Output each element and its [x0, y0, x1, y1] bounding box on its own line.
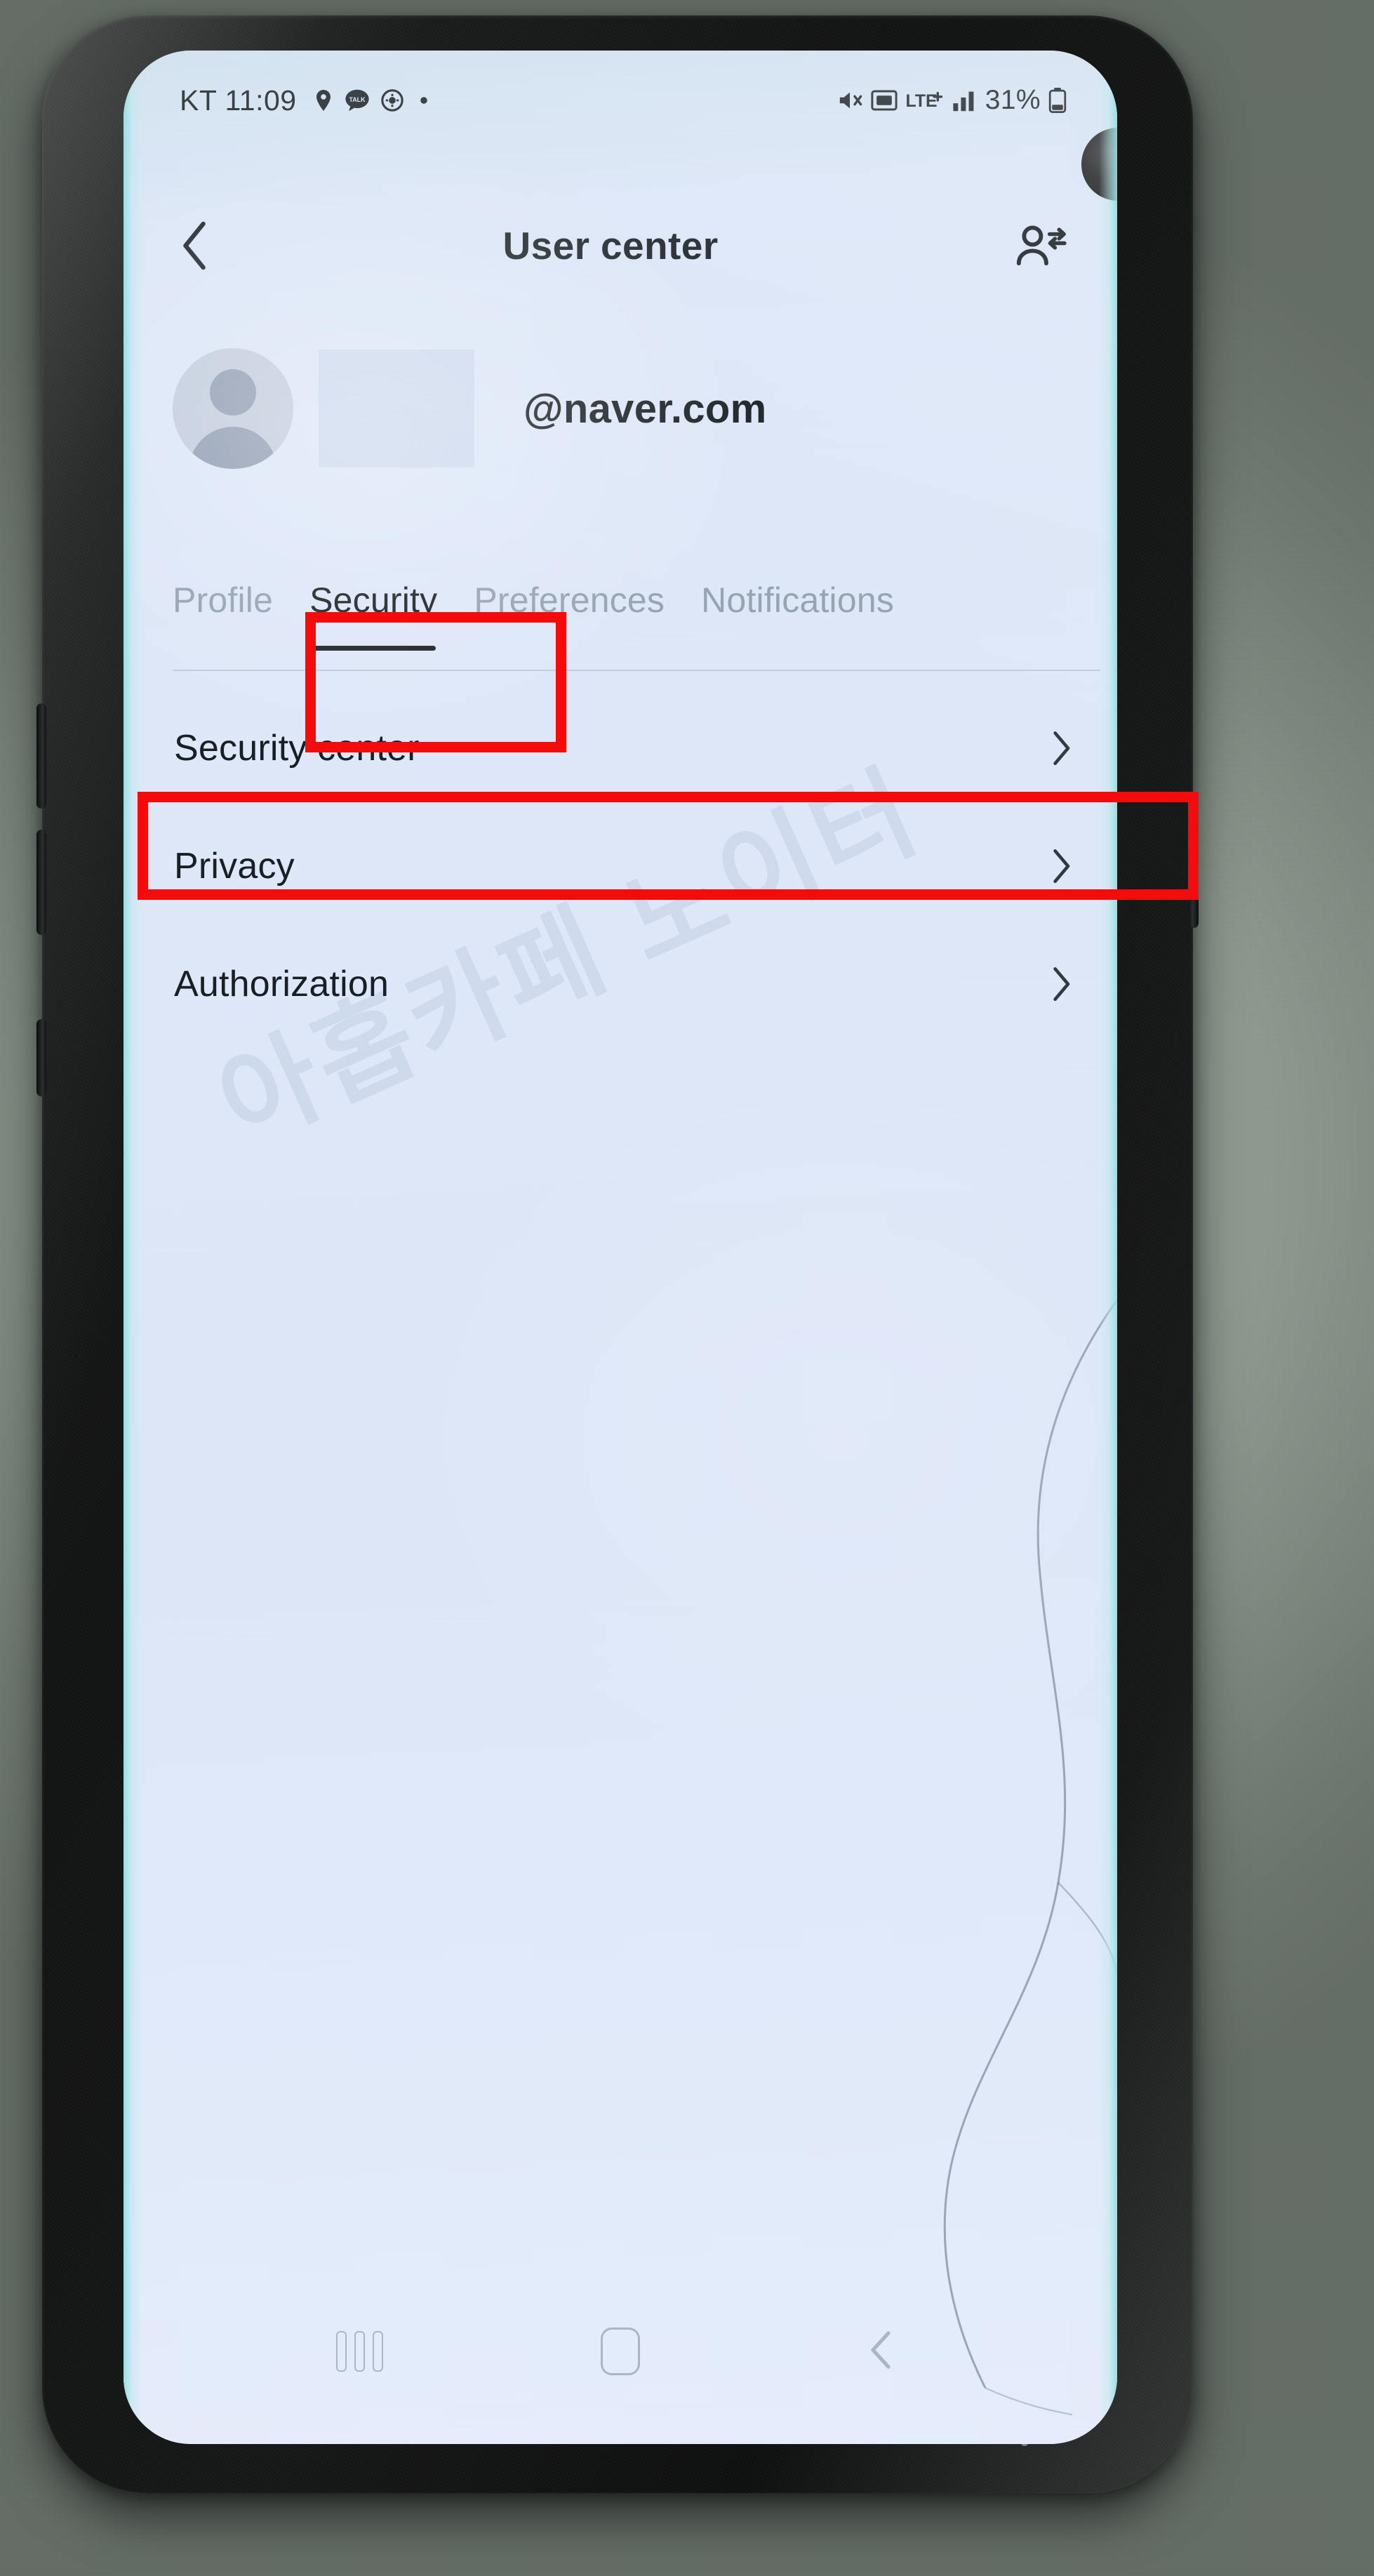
sim-card-icon: [871, 89, 898, 112]
tab-security[interactable]: Security: [291, 570, 455, 651]
status-bar-right: LTE 31%: [836, 85, 1067, 116]
alarm-icon: [380, 88, 404, 112]
photo-background: 아홉카페 노이터 KT 11:09 TALK: [0, 0, 1374, 2576]
tab-profile-label: Profile: [173, 580, 274, 620]
volume-down-button[interactable]: [36, 830, 46, 935]
row-authorization-label: Authorization: [174, 964, 389, 1004]
account-name-redacted: [319, 350, 474, 467]
row-privacy[interactable]: Privacy: [124, 807, 1117, 925]
tab-profile[interactable]: Profile: [154, 570, 291, 620]
mute-icon: [836, 88, 863, 112]
profile-row[interactable]: @naver.com: [124, 331, 1117, 486]
dot-icon: [419, 95, 429, 105]
phone-device: 아홉카페 노이터 KT 11:09 TALK: [36, 15, 1199, 2493]
home-icon: [601, 2328, 640, 2375]
nav-home-button[interactable]: [578, 2320, 662, 2383]
tab-notifications[interactable]: Notifications: [683, 570, 912, 620]
android-navigation-bar: [124, 2309, 1117, 2394]
avatar-head-shape: [210, 369, 256, 416]
svg-text:LTE: LTE: [905, 92, 937, 111]
settings-list: Security center Privacy Authorization: [124, 689, 1117, 1043]
row-security-center[interactable]: Security center: [124, 689, 1117, 807]
account-email-domain: @naver.com: [523, 385, 767, 432]
nav-recents-button[interactable]: [317, 2320, 401, 2383]
tab-preferences-label: Preferences: [474, 580, 665, 620]
lte-plus-icon: LTE: [905, 88, 945, 112]
nav-back-icon: [869, 2330, 894, 2373]
avatar[interactable]: [173, 348, 293, 469]
signal-bars-icon: [952, 89, 978, 112]
row-security-center-label: Security center: [174, 728, 420, 769]
row-privacy-label: Privacy: [174, 846, 295, 887]
volume-up-button[interactable]: [36, 703, 46, 809]
tab-preferences[interactable]: Preferences: [455, 570, 683, 620]
tab-notifications-label: Notifications: [701, 580, 895, 620]
recents-icon: [335, 2331, 383, 2372]
chevron-right-icon: [1051, 849, 1071, 884]
tab-bar: Profile Security Preferences Notificatio…: [124, 570, 1117, 682]
power-button[interactable]: [1189, 795, 1199, 928]
phone-screen: 아홉카페 노이터 KT 11:09 TALK: [124, 51, 1117, 2444]
kakaotalk-icon: TALK: [345, 88, 370, 112]
nav-back-button[interactable]: [839, 2320, 923, 2383]
chevron-right-icon: [1051, 967, 1071, 1002]
status-bar-left: KT 11:09 TALK: [180, 84, 429, 117]
location-icon: [313, 88, 334, 112]
app-header: User center: [124, 204, 1117, 288]
assistant-button[interactable]: [36, 1019, 46, 1096]
status-bar: KT 11:09 TALK LTE 31%: [124, 76, 1117, 125]
status-carrier-time: KT 11:09: [180, 84, 297, 117]
page-title: User center: [502, 224, 719, 267]
chevron-right-icon: [1051, 731, 1071, 766]
tab-security-label: Security: [309, 580, 438, 620]
battery-icon: [1048, 88, 1067, 113]
row-authorization[interactable]: Authorization: [124, 925, 1117, 1043]
switch-account-button[interactable]: [1008, 213, 1075, 278]
battery-percent-label: 31%: [985, 85, 1041, 115]
tab-active-underline: [311, 646, 436, 651]
avatar-body-shape: [189, 427, 277, 469]
svg-text:TALK: TALK: [349, 96, 366, 103]
tab-bar-divider: [173, 670, 1100, 671]
